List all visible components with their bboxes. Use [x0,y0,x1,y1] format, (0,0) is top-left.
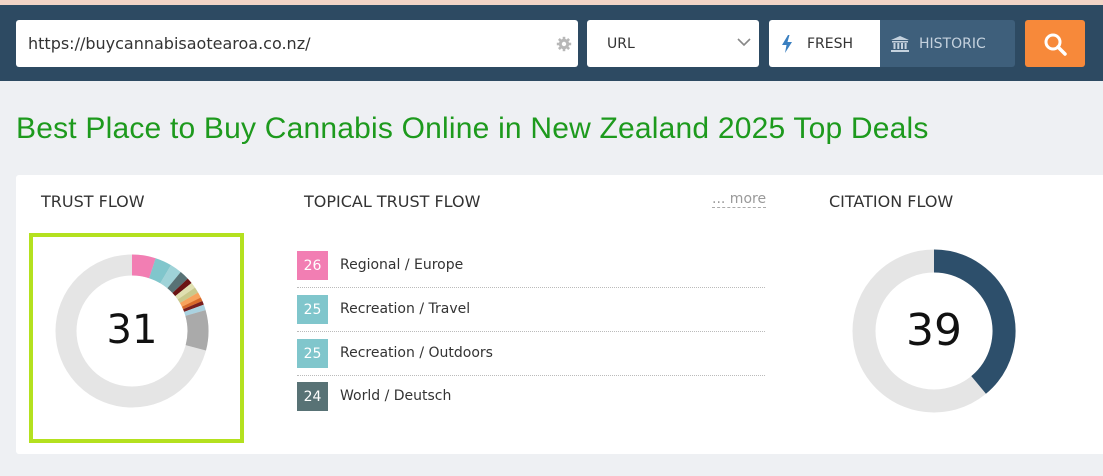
lightning-icon [782,34,792,53]
donut-segment [167,272,188,294]
fresh-label: FRESH [807,35,854,52]
topic-row[interactable]: 25 Recreation / Outdoors [297,332,765,376]
topic-row[interactable]: 26 Regional / Europe [297,244,765,288]
topic-score-badge: 26 [297,251,328,280]
topic-row[interactable]: 24 World / Deutsch [297,375,765,419]
donut-segment [131,254,156,279]
fresh-button[interactable]: FRESH [769,20,880,67]
bank-icon [891,35,909,52]
topic-score-badge: 24 [297,382,328,411]
donut-segment [148,258,171,284]
topic-score-badge: 25 [297,339,328,368]
citation-flow-value: 39 [906,305,962,356]
donut-segment [179,292,201,307]
gear-icon[interactable] [556,36,572,52]
donut-segment [172,278,192,297]
donut-segment [160,265,181,289]
trust-flow-heading: TRUST FLOW [41,192,145,211]
search-icon [1044,33,1067,56]
topic-label: Recreation / Outdoors [340,345,493,361]
historic-button[interactable]: HISTORIC [880,20,1015,67]
donut-segment [175,282,196,300]
page-title: Best Place to Buy Cannabis Online in New… [16,112,929,145]
donut-segment [177,287,199,304]
topic-score-badge: 25 [297,295,328,324]
historic-label: HISTORIC [919,35,986,52]
chevron-down-icon [737,38,751,47]
more-link[interactable]: ... more [712,192,767,208]
topic-row[interactable]: 25 Recreation / Travel [297,288,765,332]
topic-label: Recreation / Travel [340,301,471,317]
citation-flow-heading: CITATION FLOW [829,192,954,211]
mode-select-value: URL [607,35,635,52]
search-bar: URL FRESH HISTORIC [0,5,1103,81]
search-button[interactable] [1025,20,1085,67]
topic-label: Regional / Europe [340,257,464,273]
donut-segment [181,297,203,310]
topic-label: World / Deutsch [340,388,452,404]
url-input[interactable] [16,20,578,67]
trust-flow-value: 31 [106,307,158,353]
topical-trust-flow-heading: TOPICAL TRUST FLOW [304,192,481,211]
mode-select[interactable]: URL [587,20,759,67]
